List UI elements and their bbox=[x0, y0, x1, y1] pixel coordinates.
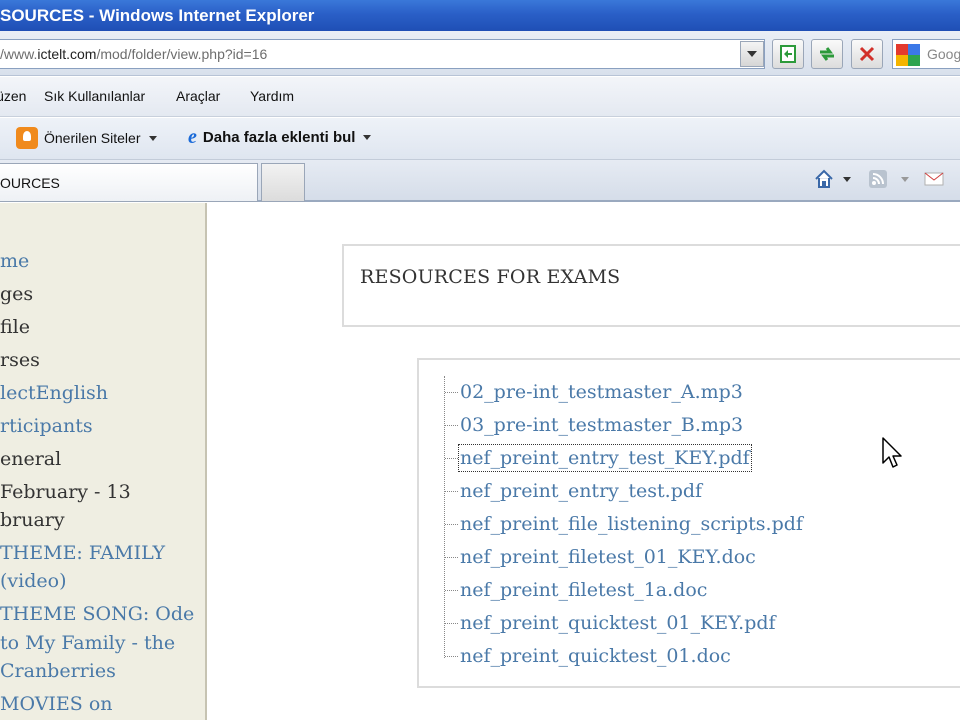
sidebar-item-theme-family[interactable]: THEME: FAMILY bbox=[0, 540, 165, 566]
file-link[interactable]: nef_preint_entry_test_KEY.pdf bbox=[445, 444, 752, 472]
new-tab-button[interactable] bbox=[261, 163, 305, 202]
feeds-button[interactable] bbox=[866, 168, 890, 190]
menu-item-favorites[interactable]: Sık Kullanılanlar bbox=[44, 88, 145, 104]
file-link[interactable]: 02_pre-int_testmaster_A.mp3 bbox=[445, 380, 743, 404]
sidebar-item-week-dates: February - 13 bbox=[0, 481, 131, 503]
sidebar-item-movies[interactable]: MOVIES on bbox=[0, 691, 113, 717]
sidebar-item-pages: ges bbox=[0, 283, 34, 305]
menu-item-tools[interactable]: Araçlar bbox=[176, 88, 220, 104]
mail-icon bbox=[924, 172, 944, 186]
sidebar-item-week-dates-cont: bruary bbox=[0, 509, 65, 531]
compatibility-view-button[interactable] bbox=[772, 39, 804, 69]
sidebar-item-profile: file bbox=[0, 316, 30, 338]
refresh-icon bbox=[820, 47, 834, 61]
feeds-dropdown-button[interactable] bbox=[898, 168, 912, 190]
window-title-bar: SOURCES - Windows Internet Explorer bbox=[0, 0, 960, 31]
sidebar-item-theme-song-artist[interactable]: Cranberries bbox=[0, 658, 116, 684]
mail-button[interactable] bbox=[922, 168, 946, 190]
suggested-sites-icon bbox=[16, 127, 38, 149]
address-bar-row: /www.ictelt.com/mod/folder/view.php?id=1… bbox=[0, 31, 960, 76]
file-link[interactable]: 03_pre-int_testmaster_B.mp3 bbox=[444, 413, 743, 437]
mouse-cursor-icon bbox=[882, 437, 902, 468]
sidebar-item-general: eneral bbox=[0, 448, 62, 470]
sidebar-item-participants[interactable]: rticipants bbox=[0, 413, 93, 439]
address-dropdown-button[interactable] bbox=[740, 41, 764, 67]
favorites-bar: Önerilen Siteler e Daha fazla eklenti bu… bbox=[0, 118, 960, 160]
sidebar-item-home[interactable]: me bbox=[0, 248, 29, 274]
chevron-down-icon bbox=[363, 135, 372, 140]
sidebar-item-theme-song[interactable]: THEME SONG: Ode bbox=[0, 601, 194, 627]
compatibility-icon bbox=[780, 45, 796, 63]
chevron-down-icon bbox=[148, 135, 157, 141]
stop-icon bbox=[859, 46, 875, 62]
sidebar-item-courses: rses bbox=[0, 349, 40, 371]
file-link[interactable]: nef_preint_entry_test.pdf bbox=[444, 479, 702, 503]
suggested-sites-button[interactable]: Önerilen Siteler bbox=[16, 127, 157, 149]
folder-heading-box: RESOURCES FOR EXAMS bbox=[342, 244, 960, 327]
home-icon bbox=[815, 169, 833, 188]
file-tree-line bbox=[444, 376, 445, 658]
file-link[interactable]: nef_preint_filetest_1a.doc bbox=[444, 578, 707, 602]
sidebar-item-selectenglish[interactable]: lectEnglish bbox=[0, 380, 108, 406]
folder-heading: RESOURCES FOR EXAMS bbox=[360, 266, 621, 288]
chevron-down-icon bbox=[843, 176, 851, 182]
rss-icon bbox=[869, 170, 887, 188]
file-link[interactable]: nef_preint_file_listening_scripts.pdf bbox=[445, 512, 803, 536]
chevron-down-icon bbox=[901, 176, 909, 182]
refresh-button[interactable] bbox=[811, 39, 843, 69]
course-sidebar: me ges file rses lectEnglish rticipants … bbox=[0, 203, 207, 720]
google-icon bbox=[896, 44, 920, 66]
tab-resources[interactable]: OURCES bbox=[0, 163, 258, 202]
address-input[interactable]: /www.ictelt.com/mod/folder/view.php?id=1… bbox=[0, 39, 765, 69]
ie-icon: e bbox=[188, 126, 197, 148]
window-title: SOURCES - Windows Internet Explorer bbox=[0, 6, 315, 25]
home-button[interactable] bbox=[812, 168, 836, 190]
menu-bar: Düzen Sık Kullanılanlar Araçlar Yardım bbox=[0, 77, 960, 117]
stop-button[interactable] bbox=[851, 39, 883, 69]
file-link[interactable]: nef_preint_quicktest_01_KEY.pdf bbox=[445, 611, 776, 635]
menu-item-help[interactable]: Yardım bbox=[250, 88, 294, 104]
home-dropdown-button[interactable] bbox=[840, 168, 854, 190]
file-link[interactable]: nef_preint_quicktest_01.doc bbox=[445, 644, 731, 668]
sidebar-item-theme-family-video[interactable]: (video) bbox=[0, 568, 66, 594]
menu-item-edit[interactable]: Düzen bbox=[0, 88, 26, 104]
sidebar-item-theme-song-cont[interactable]: to My Family - the bbox=[0, 630, 175, 656]
more-addons-button[interactable]: e Daha fazla eklenti bul bbox=[188, 126, 372, 149]
file-link[interactable]: nef_preint_filetest_01_KEY.doc bbox=[445, 545, 756, 569]
